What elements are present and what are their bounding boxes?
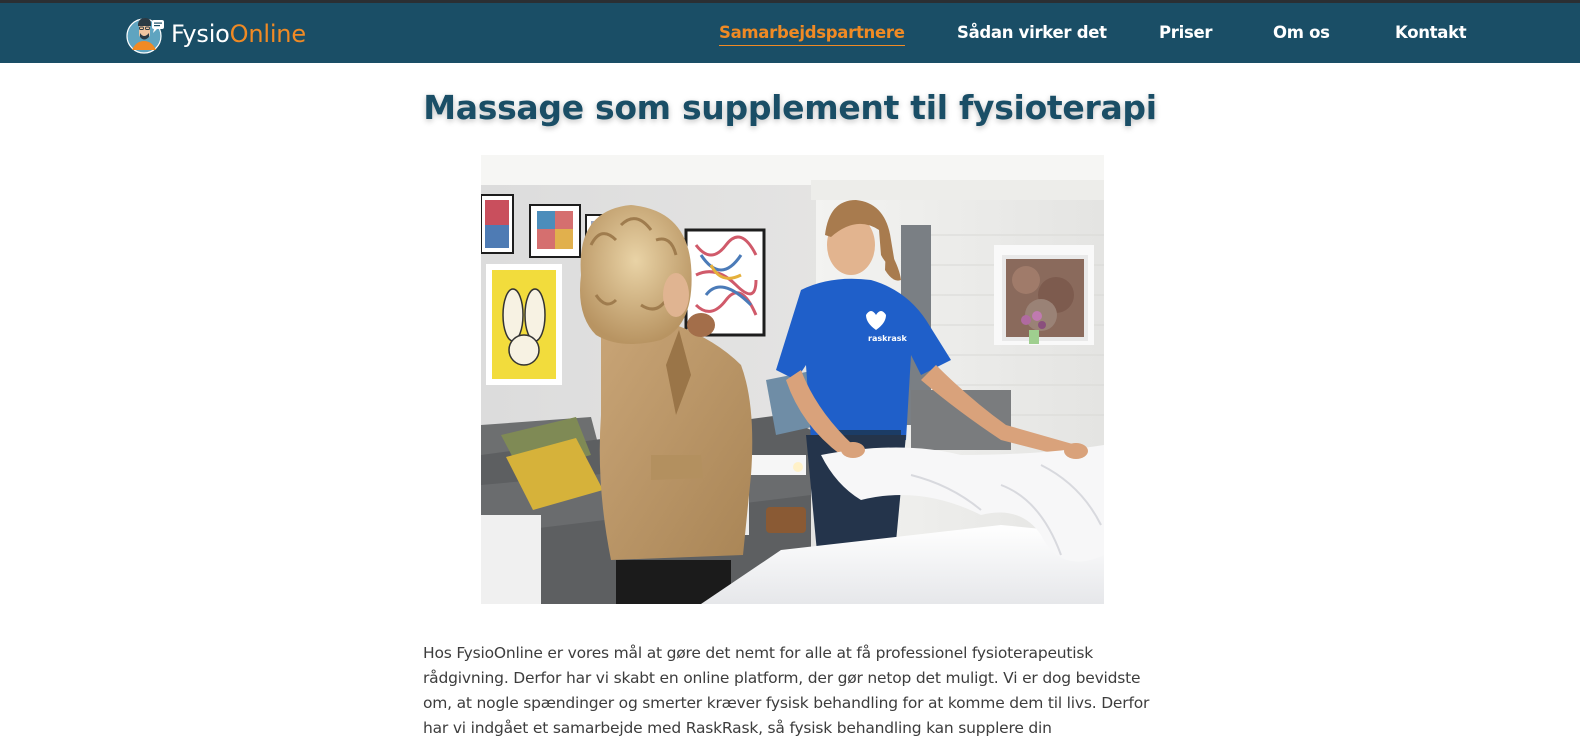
logo-text-online: Online: [229, 20, 306, 48]
tshirt-logo-text: raskrask: [868, 334, 908, 343]
navbar: FysioOnline Samarbejdspartnere Sådan vir…: [0, 3, 1580, 63]
page-title: Massage som supplement til fysioterapi: [423, 88, 1157, 127]
logo-icon: [126, 18, 164, 54]
nav-samarbejdspartnere[interactable]: Samarbejdspartnere: [719, 23, 905, 46]
nav-priser[interactable]: Priser: [1159, 23, 1213, 43]
hero-image: raskrask: [481, 155, 1104, 604]
nav-om-os[interactable]: Om os: [1273, 23, 1330, 43]
logo-link[interactable]: FysioOnline: [126, 14, 306, 54]
nav-saadan-virker-det[interactable]: Sådan virker det: [957, 23, 1107, 43]
logo-text-fysio: Fysio: [171, 20, 230, 48]
logo-wordmark: FysioOnline: [171, 14, 306, 54]
massage-clinic-photo: raskrask: [481, 155, 1104, 604]
intro-paragraph: Hos FysioOnline er vores mål at gøre det…: [423, 644, 1150, 737]
nav-kontakt[interactable]: Kontakt: [1395, 23, 1467, 43]
